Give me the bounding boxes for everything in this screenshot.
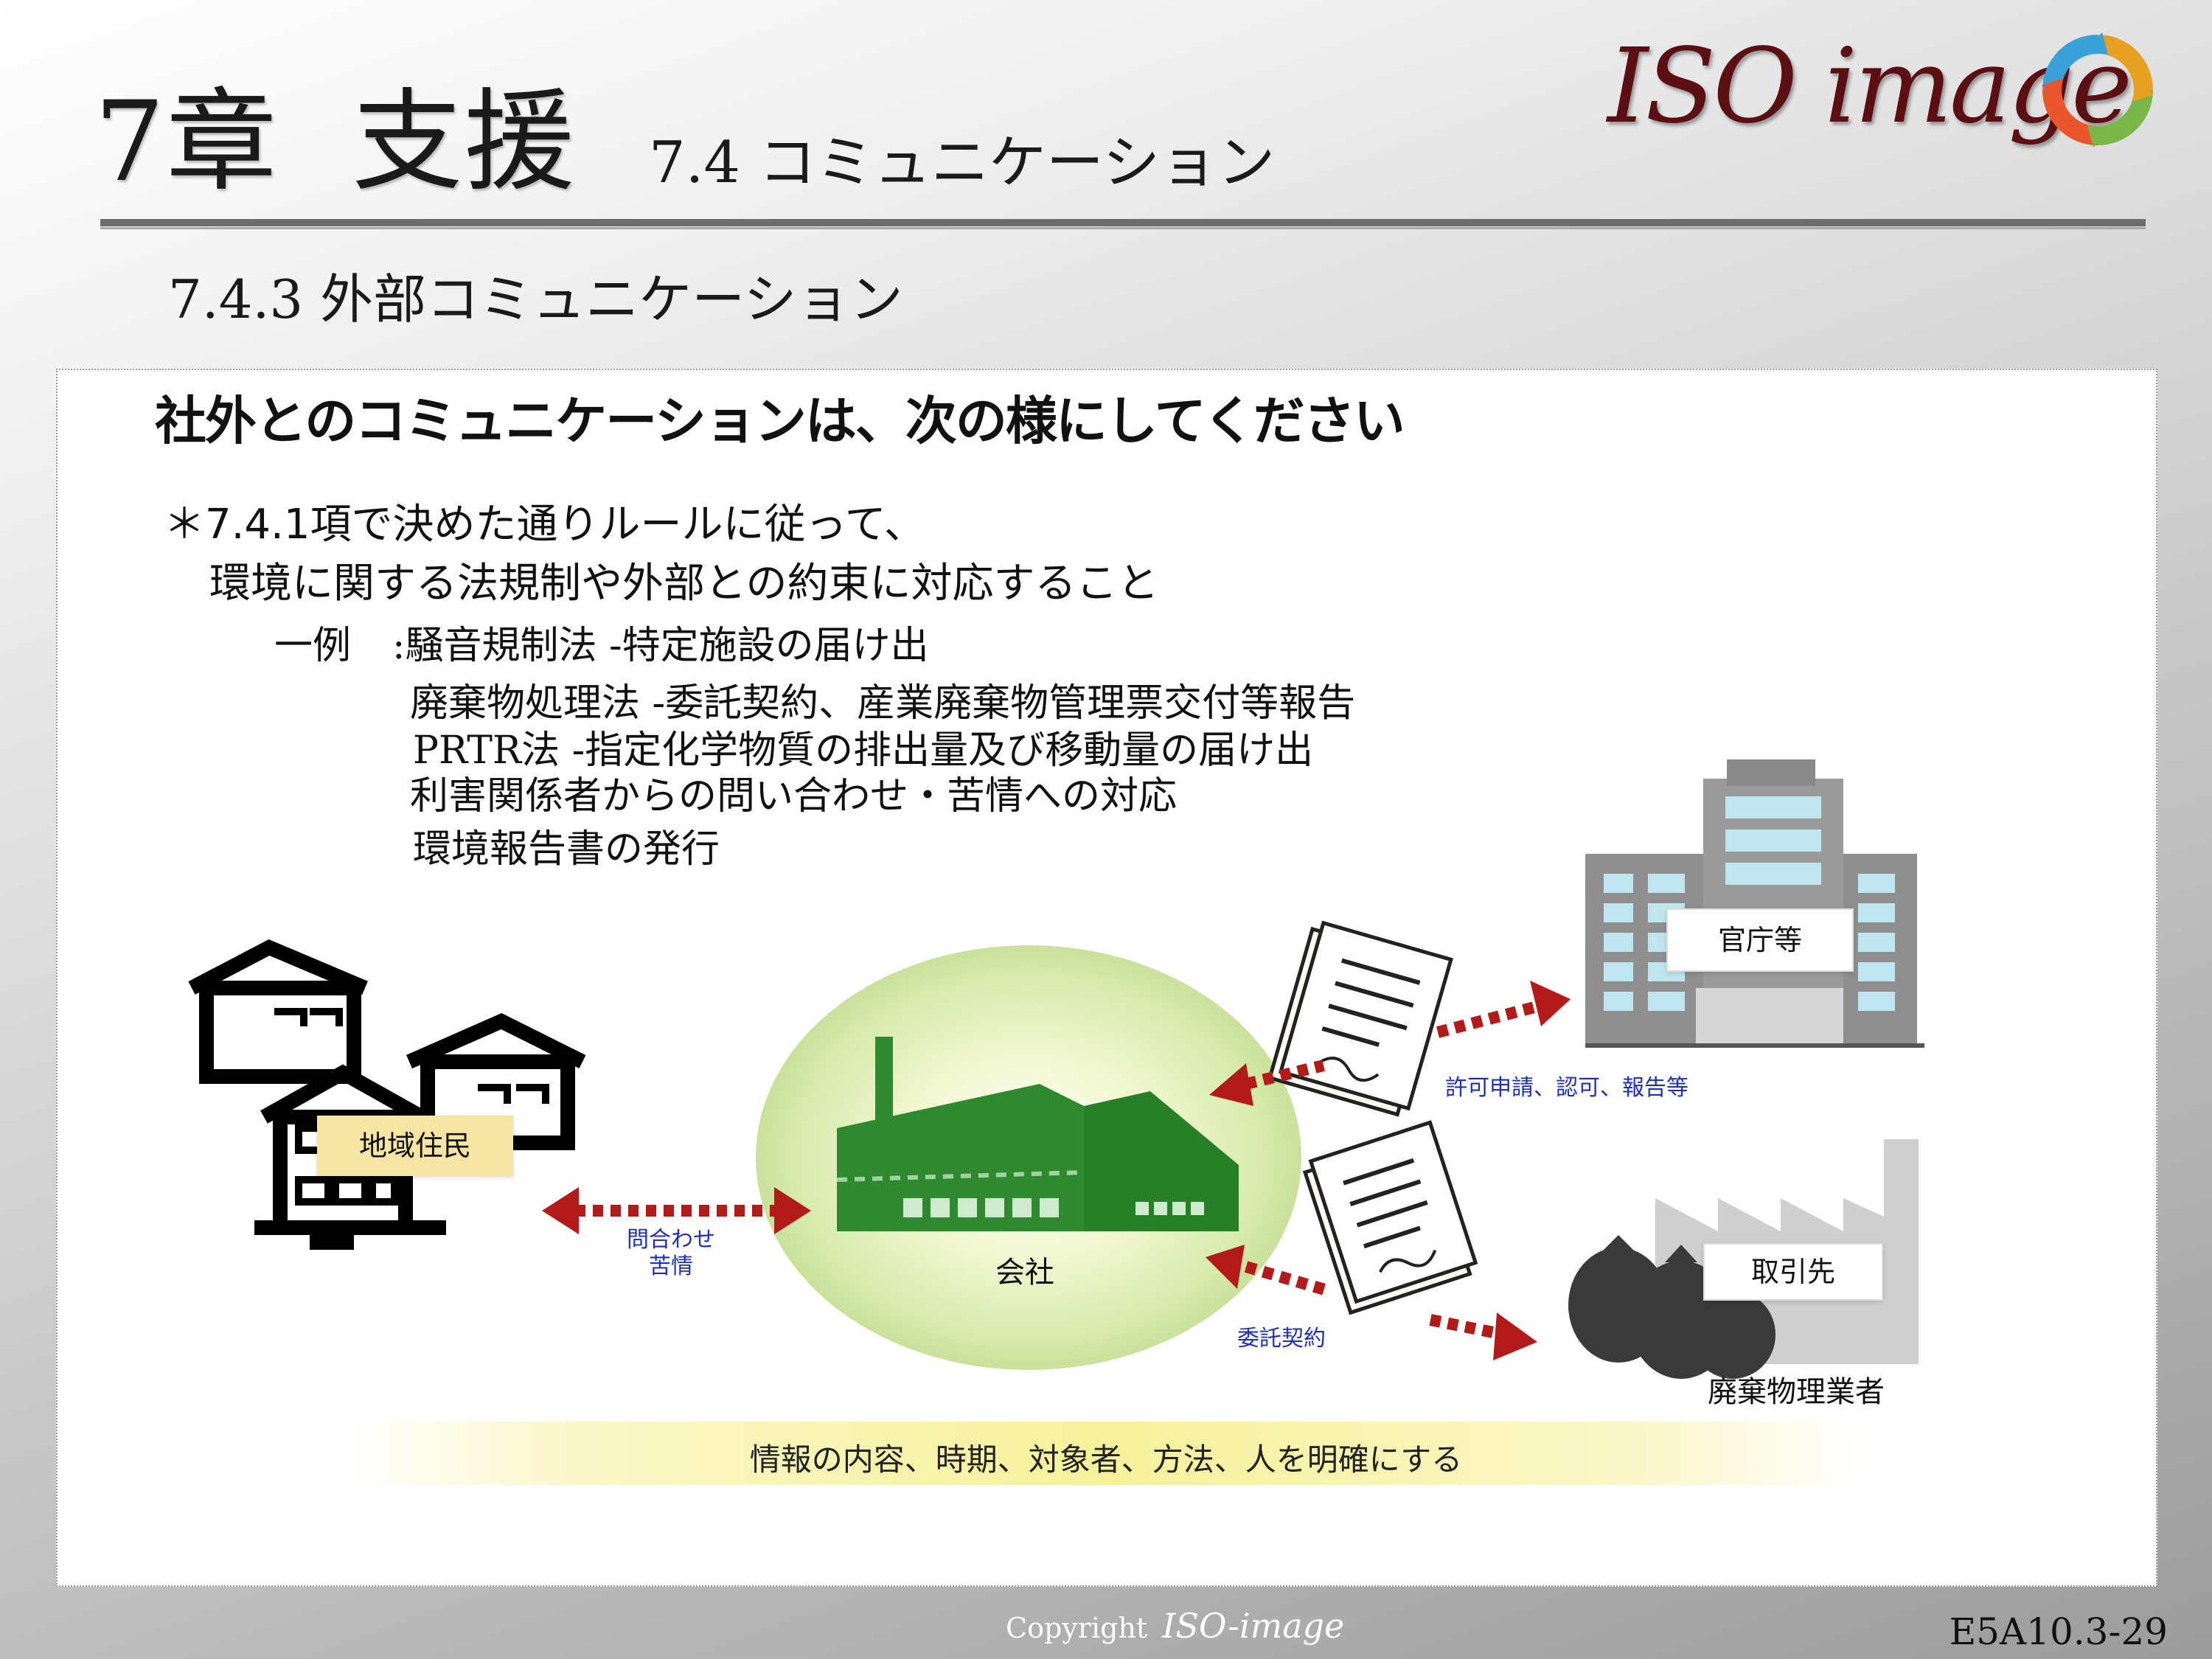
houses-icon: [188, 939, 586, 1250]
partner-label: 取引先: [1703, 1243, 1883, 1301]
arrow-head-right: [1493, 1312, 1537, 1360]
government-building-icon: [1585, 759, 1924, 1048]
copyright: Copyright ISO-image: [1006, 1609, 1344, 1643]
communication-diagram: [188, 759, 1924, 1379]
residents-label: 地域住民: [317, 1116, 513, 1176]
arrow-head-left: [542, 1187, 579, 1234]
partner-link-label: 委託契約: [1237, 1326, 1326, 1352]
company-label: 会社: [995, 1256, 1054, 1290]
summary-banner: 情報の内容、時期、対象者、方法、人を明確にする: [347, 1422, 1865, 1485]
footer-brand: ISO-image: [1162, 1606, 1345, 1646]
page-number: E5A10.3-29: [1949, 1610, 2168, 1653]
arrow-head-right: [1530, 981, 1571, 1026]
resident-link-label: 問合わせ 苦情: [627, 1227, 715, 1280]
resident-link-line: 問合わせ: [627, 1227, 715, 1253]
resident-link-line: 苦情: [649, 1253, 693, 1279]
waste-contractor-label: 廃棄物理業者: [1708, 1375, 1885, 1409]
document-icon: [1302, 1120, 1478, 1315]
government-label: 官庁等: [1666, 908, 1854, 972]
document-icon: [1267, 920, 1453, 1117]
government-link-label: 許可申請、認可、報告等: [1445, 1075, 1688, 1101]
summary-banner-text: 情報の内容、時期、対象者、方法、人を明確にする: [749, 1441, 1463, 1478]
copyright-text: Copyright: [1006, 1612, 1148, 1644]
